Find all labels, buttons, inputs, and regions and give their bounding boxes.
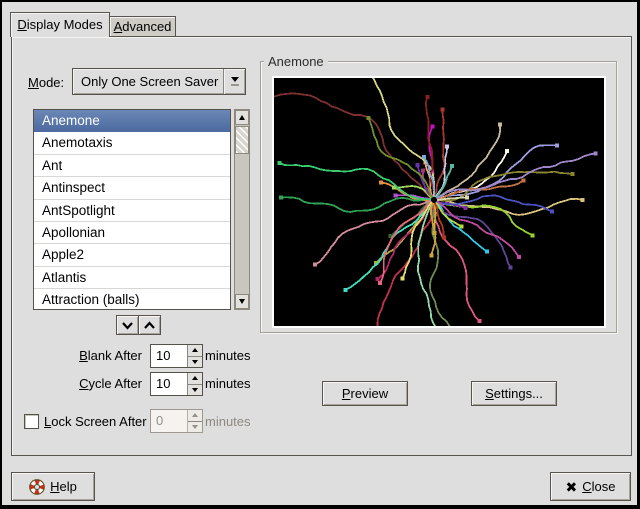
combo-dropdown-icon[interactable] xyxy=(223,69,245,94)
mode-label: Mode: xyxy=(28,75,64,90)
preview-button[interactable]: Preview xyxy=(322,381,408,406)
settings-button[interactable]: Settings... xyxy=(471,381,557,406)
list-item[interactable]: Anemotaxis xyxy=(34,132,230,154)
saver-list[interactable]: AnemoneAnemotaxisAntAntinspectAntSpotlig… xyxy=(33,109,231,310)
scrollbar-up-icon xyxy=(239,115,245,120)
screensaver-preferences-dialog: Display Modes Advanced Mode: Only One Sc… xyxy=(0,0,640,509)
anemone-preview-image xyxy=(274,78,604,326)
list-up-button[interactable] xyxy=(138,315,161,335)
list-item[interactable]: Ant xyxy=(34,155,230,177)
spin-down-icon xyxy=(192,388,198,392)
list-item[interactable]: Anemone xyxy=(34,110,230,132)
blank-after-unit: minutes xyxy=(205,348,251,363)
spin-up-icon xyxy=(192,413,198,417)
saver-list-scrollbar[interactable] xyxy=(234,109,250,310)
mode-dropdown-value: Only One Screen Saver xyxy=(73,74,223,89)
preview-groupbox-label: Anemone xyxy=(264,54,328,69)
help-lifesaver-icon xyxy=(29,479,45,495)
help-button[interactable]: Help xyxy=(11,472,95,501)
scrollbar-thumb[interactable] xyxy=(235,126,249,154)
cycle-after-spinner[interactable]: 10 xyxy=(150,372,203,396)
cycle-after-unit: minutes xyxy=(205,376,251,391)
list-item[interactable]: Attraction (balls) xyxy=(34,289,230,310)
chevron-down-icon xyxy=(121,320,134,331)
list-item[interactable]: Apollonian xyxy=(34,222,230,244)
list-item[interactable]: Apple2 xyxy=(34,244,230,266)
tab-display-modes[interactable]: Display Modes xyxy=(10,12,110,37)
spin-up-icon xyxy=(192,348,198,352)
spin-down-button[interactable] xyxy=(188,384,202,396)
spin-up-button[interactable] xyxy=(188,373,202,384)
lock-screen-unit: minutes xyxy=(205,414,251,429)
list-item[interactable]: AntSpotlight xyxy=(34,200,230,222)
blank-after-spinner[interactable]: 10 xyxy=(150,344,203,368)
spin-up-button xyxy=(188,410,202,421)
spin-down-button[interactable] xyxy=(188,356,202,368)
blank-after-value[interactable]: 10 xyxy=(151,345,187,367)
spin-down-button xyxy=(188,421,202,433)
spin-down-icon xyxy=(192,425,198,429)
spin-up-button[interactable] xyxy=(188,345,202,356)
spin-up-icon xyxy=(192,376,198,380)
lock-screen-spinner: 0 xyxy=(150,409,203,433)
close-button[interactable]: ✖ Close xyxy=(550,472,631,501)
lock-screen-label: Lock Screen After xyxy=(44,414,147,429)
list-down-button[interactable] xyxy=(116,315,139,335)
scrollbar-up-button[interactable] xyxy=(235,110,249,125)
tab-advanced[interactable]: Advanced xyxy=(109,16,176,36)
close-x-icon: ✖ xyxy=(566,480,578,494)
mode-dropdown[interactable]: Only One Screen Saver xyxy=(72,68,246,95)
cycle-after-label: Cycle After xyxy=(2,376,142,391)
scrollbar-down-button[interactable] xyxy=(235,294,249,309)
lock-screen-checkbox[interactable] xyxy=(24,414,39,429)
blank-after-label: Blank After xyxy=(2,348,142,363)
list-item[interactable]: Antinspect xyxy=(34,177,230,199)
chevron-up-icon xyxy=(143,320,156,331)
preview-screen xyxy=(272,76,606,328)
scrollbar-down-icon xyxy=(239,299,245,304)
cycle-after-value[interactable]: 10 xyxy=(151,373,187,395)
lock-screen-value: 0 xyxy=(151,410,187,432)
spin-down-icon xyxy=(192,360,198,364)
list-item[interactable]: Atlantis xyxy=(34,267,230,289)
